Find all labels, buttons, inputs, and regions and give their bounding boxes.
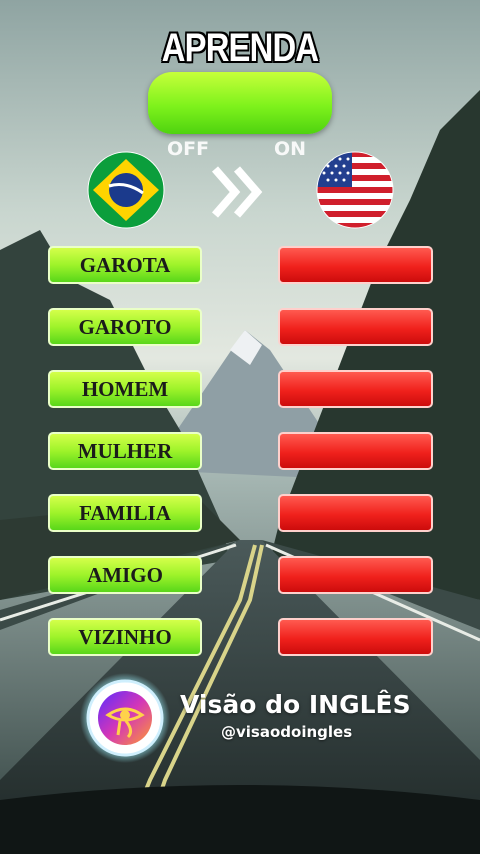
page-title: APRENDA xyxy=(161,26,319,70)
brand-handle: @visaodoingles xyxy=(221,723,353,741)
toggle-off-label: OFF xyxy=(167,138,210,160)
word-mulher[interactable]: MULHER xyxy=(48,432,202,470)
word-garoto[interactable]: GAROTO xyxy=(48,308,202,346)
translation-slot-7[interactable] xyxy=(278,618,433,656)
translation-slot-3[interactable] xyxy=(278,370,433,408)
translation-slot-2[interactable] xyxy=(278,308,433,346)
word-vizinho[interactable]: VIZINHO xyxy=(48,618,202,656)
usa-flag-icon xyxy=(316,151,394,229)
translation-slot-5[interactable] xyxy=(278,494,433,532)
translation-slot-1[interactable] xyxy=(278,246,433,284)
translation-slot-4[interactable] xyxy=(278,432,433,470)
double-chevron-right-icon xyxy=(211,166,263,218)
word-amigo[interactable]: AMIGO xyxy=(48,556,202,594)
word-familia[interactable]: FAMILIA xyxy=(48,494,202,532)
brand-name: Visão do INGLÊS xyxy=(180,690,411,719)
translation-slot-6[interactable] xyxy=(278,556,433,594)
toggle-on-label: ON xyxy=(274,138,307,160)
on-off-toggle[interactable] xyxy=(148,72,332,134)
eye-of-horus-logo-icon xyxy=(80,673,170,763)
word-homem[interactable]: HOMEM xyxy=(48,370,202,408)
word-garota[interactable]: GAROTA xyxy=(48,246,202,284)
brazil-flag-icon xyxy=(87,151,165,229)
